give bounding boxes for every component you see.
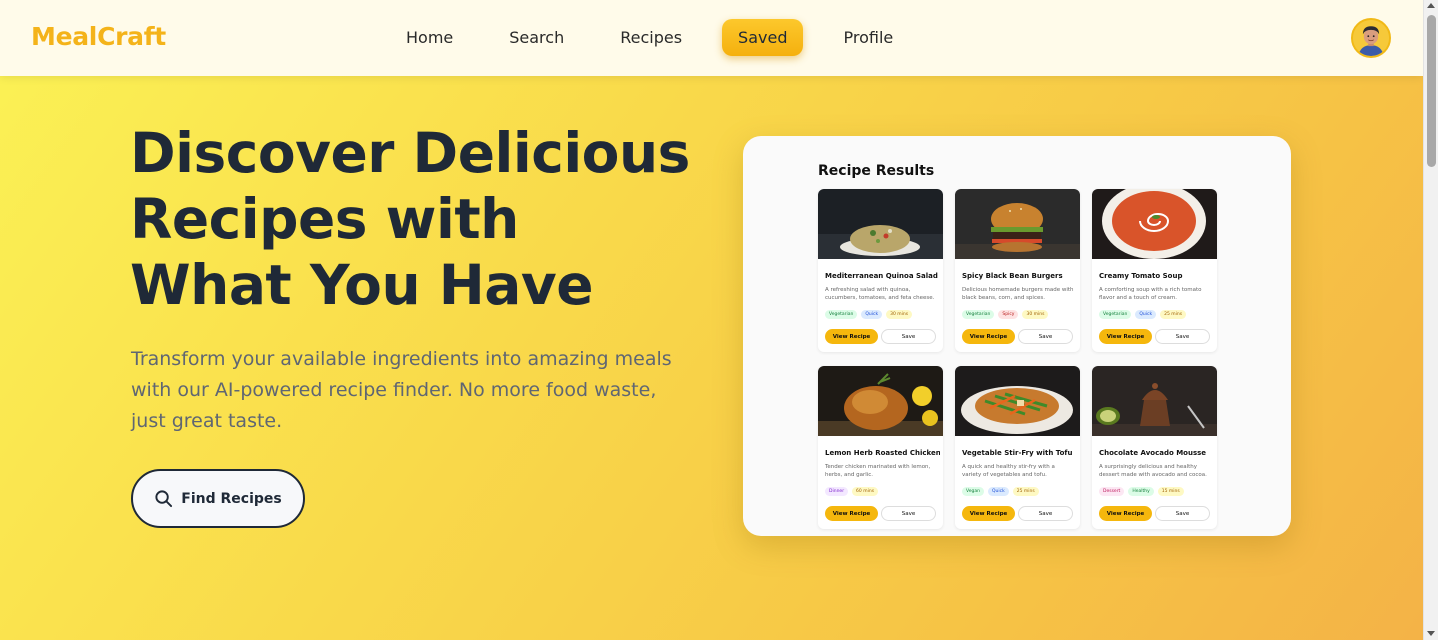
quinoa-salad-image xyxy=(818,189,943,259)
save-recipe-button[interactable]: Save xyxy=(1155,329,1210,344)
recipe-tag: Quick xyxy=(987,487,1009,496)
recipe-actions: View Recipe Save xyxy=(825,329,936,344)
stir-fry-image xyxy=(955,366,1080,436)
page-scrollbar[interactable] xyxy=(1423,0,1438,640)
nav-profile[interactable]: Profile xyxy=(827,19,909,56)
find-recipes-button[interactable]: Find Recipes xyxy=(131,469,305,528)
view-recipe-button[interactable]: View Recipe xyxy=(1099,506,1152,521)
save-recipe-button[interactable]: Save xyxy=(1018,506,1073,521)
view-recipe-button[interactable]: View Recipe xyxy=(825,329,878,344)
recipe-actions: View Recipe Save xyxy=(962,329,1073,344)
recipe-tag: 30 mins xyxy=(886,310,913,319)
recipe-tag: 30 mins xyxy=(1022,310,1049,319)
recipe-description: A refreshing salad with quinoa, cucumber… xyxy=(825,287,935,301)
recipe-card[interactable]: Lemon Herb Roasted Chicken Tender chicken… xyxy=(818,366,943,529)
search-icon xyxy=(155,490,173,508)
recipe-tag: Spicy xyxy=(998,310,1019,319)
recipe-description: Tender chicken marinated with lemon, her… xyxy=(825,464,931,478)
save-recipe-button[interactable]: Save xyxy=(1018,329,1073,344)
main-nav: Home Search Recipes Saved Profile xyxy=(390,19,933,56)
recipe-tags: Dinner 60 mins xyxy=(825,487,879,496)
nav-recipes[interactable]: Recipes xyxy=(604,19,698,56)
nav-search[interactable]: Search xyxy=(493,19,580,56)
brand-logo[interactable]: MealCraft xyxy=(31,22,166,51)
recipe-name: Spicy Black Bean Burgers xyxy=(962,272,1063,280)
recipe-description: A comforting soup with a rich tomato fla… xyxy=(1099,287,1202,301)
user-avatar-icon[interactable] xyxy=(1351,18,1391,58)
recipe-tag: 25 mins xyxy=(1160,310,1187,319)
recipe-name: Lemon Herb Roasted Chicken xyxy=(825,449,940,457)
tomato-soup-image xyxy=(1092,189,1217,259)
hero-title: Discover Delicious Recipes with What You… xyxy=(130,121,690,317)
scroll-thumb[interactable] xyxy=(1427,15,1436,167)
recipe-actions: View Recipe Save xyxy=(962,506,1073,521)
recipe-card[interactable]: Chocolate Avocado Mousse A surprisingly d… xyxy=(1092,366,1217,529)
view-recipe-button[interactable]: View Recipe xyxy=(825,506,878,521)
recipe-actions: View Recipe Save xyxy=(1099,506,1210,521)
view-recipe-button[interactable]: View Recipe xyxy=(962,329,1015,344)
find-recipes-label: Find Recipes xyxy=(181,490,282,507)
view-recipe-button[interactable]: View Recipe xyxy=(1099,329,1152,344)
save-recipe-button[interactable]: Save xyxy=(881,329,936,344)
recipe-name: Chocolate Avocado Mousse xyxy=(1099,449,1207,457)
chocolate-mousse-image xyxy=(1092,366,1217,436)
recipe-tag: 60 mins xyxy=(852,487,879,496)
recipe-tag: 15 mins xyxy=(1157,487,1184,496)
recipe-tag: Quick xyxy=(861,310,883,319)
recipe-tag: Quick xyxy=(1135,310,1157,319)
recipe-tag: Vegetarian xyxy=(962,310,995,319)
roasted-chicken-image xyxy=(818,366,943,436)
recipe-actions: View Recipe Save xyxy=(1099,329,1210,344)
burger-image xyxy=(955,189,1080,259)
recipe-actions: View Recipe Save xyxy=(825,506,936,521)
recipe-tag: Healthy xyxy=(1128,487,1154,496)
recipe-preview-panel: Recipe Results Mediterranean Quinoa Sala… xyxy=(743,136,1291,536)
recipe-description: A surprisingly delicious and healthy des… xyxy=(1099,464,1207,478)
recipe-name: Creamy Tomato Soup xyxy=(1099,272,1183,280)
recipe-tag: 25 mins xyxy=(1012,487,1039,496)
recipe-description: A quick and healthy stir-fry with a vari… xyxy=(962,464,1055,478)
recipe-tag: Vegan xyxy=(962,487,984,496)
recipe-tags: Vegetarian Quick 25 mins xyxy=(1099,310,1187,319)
nav-home[interactable]: Home xyxy=(390,19,469,56)
recipe-tags: Vegetarian Quick 30 mins xyxy=(825,310,913,319)
view-recipe-button[interactable]: View Recipe xyxy=(962,506,1015,521)
recipe-card[interactable]: Creamy Tomato Soup A comforting soup with… xyxy=(1092,189,1217,352)
scroll-down-arrow-icon[interactable] xyxy=(1427,631,1435,636)
recipe-name: Vegetable Stir-Fry with Tofu xyxy=(962,449,1073,457)
nav-saved[interactable]: Saved xyxy=(722,19,804,56)
recipe-description: Delicious homemade burgers made with bla… xyxy=(962,287,1074,301)
scroll-up-arrow-icon[interactable] xyxy=(1427,3,1435,8)
save-recipe-button[interactable]: Save xyxy=(1155,506,1210,521)
recipe-card[interactable]: Vegetable Stir-Fry with Tofu A quick and … xyxy=(955,366,1080,529)
recipe-tag: Vegetarian xyxy=(825,310,858,319)
recipe-name: Mediterranean Quinoa Salad xyxy=(825,272,938,280)
hero-subtitle: Transform your available ingredients int… xyxy=(131,348,672,432)
navbar: MealCraft Home Search Recipes Saved Prof… xyxy=(0,0,1423,76)
recipe-tags: Vegan Quick 25 mins xyxy=(962,487,1039,496)
recipe-card[interactable]: Mediterranean Quinoa Salad A refreshing s… xyxy=(818,189,943,352)
recipe-tags: Vegetarian Spicy 30 mins xyxy=(962,310,1049,319)
save-recipe-button[interactable]: Save xyxy=(881,506,936,521)
recipe-tag: Vegetarian xyxy=(1099,310,1132,319)
recipe-tag: Dinner xyxy=(825,487,849,496)
recipe-tag: Dessert xyxy=(1099,487,1125,496)
recipe-tags: Dessert Healthy 15 mins xyxy=(1099,487,1184,496)
recipe-card[interactable]: Spicy Black Bean Burgers Delicious homema… xyxy=(955,189,1080,352)
preview-title: Recipe Results xyxy=(818,163,935,179)
